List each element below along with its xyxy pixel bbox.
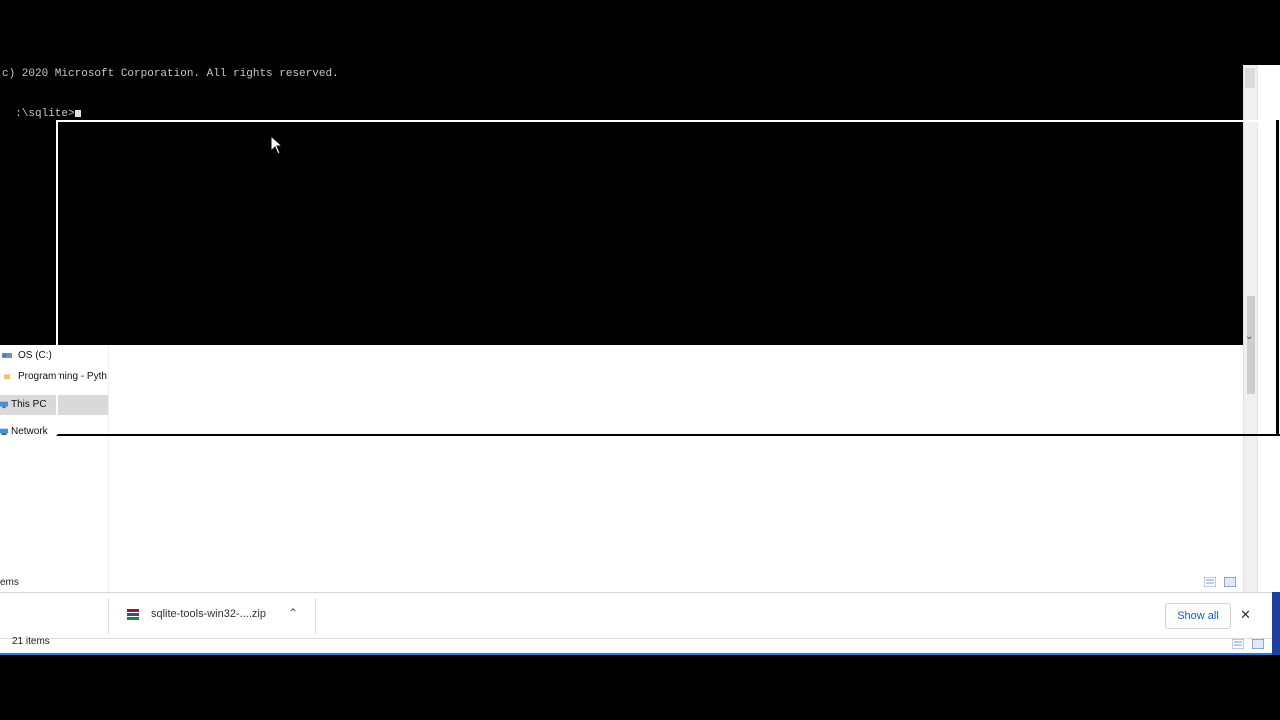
download-file-name[interactable]: sqlite-tools-win32-....zip — [151, 608, 266, 620]
close-downloads-icon[interactable]: ✕ — [1240, 607, 1251, 623]
nav-item-label: Network — [11, 426, 48, 437]
nav-item-label: OS (C:) — [18, 350, 52, 361]
large-icons-view-icon[interactable] — [1224, 577, 1236, 587]
console-window-region — [58, 122, 1243, 345]
details-view-icon[interactable] — [1204, 577, 1216, 587]
taskbar-edge — [1272, 592, 1280, 655]
chevron-up-icon[interactable]: ⌃ — [288, 606, 298, 620]
window-bottom-border — [0, 653, 1272, 655]
status-item-count-partial: ems — [0, 577, 19, 588]
show-all-button[interactable]: Show all — [1165, 603, 1231, 629]
window-outline-right-edge — [1276, 120, 1279, 436]
large-icons-view-icon-bottom[interactable] — [1252, 639, 1264, 649]
status-item-count: 21 items — [12, 636, 50, 647]
console-prompt-text: :\sqlite> — [15, 108, 75, 120]
drive-icon — [2, 353, 12, 358]
scrollbar-thumb-top[interactable] — [1245, 68, 1255, 88]
details-view-icon-bottom[interactable] — [1232, 639, 1244, 649]
nav-item-label: This PC — [11, 399, 47, 410]
winrar-archive-icon — [127, 609, 139, 620]
console-prompt[interactable]: :\sqlite> — [2, 96, 81, 120]
text-cursor — [74, 110, 81, 117]
folder-icon — [4, 374, 10, 380]
computer-icon — [0, 401, 8, 409]
mouse-pointer-icon — [270, 135, 284, 155]
console-copyright-line: c) 2020 Microsoft Corporation. All right… — [2, 68, 339, 80]
network-icon — [0, 428, 8, 436]
